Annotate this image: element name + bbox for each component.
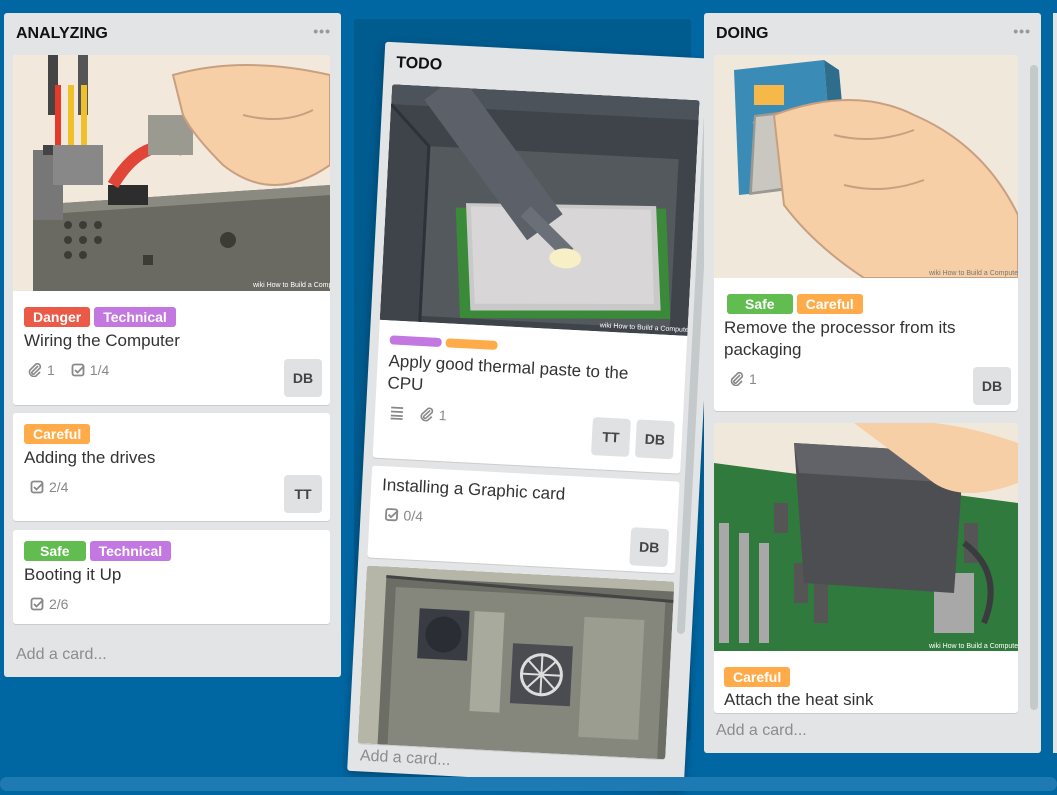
avatar[interactable]: DB [629,527,670,568]
add-card-link[interactable]: Add a card... [716,722,807,740]
card-title: Wiring the Computer [24,331,180,350]
label-careful: Careful [24,424,91,444]
list-title[interactable]: DOING ••• [704,13,1041,49]
computer-case-illustration-icon [357,565,675,760]
attachment-badge: 1 [730,371,757,387]
checkbox-icon [30,597,44,611]
watermark-text: wiki How to Build a Computer [928,270,1018,277]
label-careful: Careful [724,667,791,687]
description-lines-icon [390,406,404,421]
label-careful: Careful [796,294,863,314]
avatar[interactable]: DB [634,419,675,460]
card-title: Attach the heat sink [724,690,874,709]
thermal-paste-illustration-icon: wiki How to Build a Computer [379,84,700,336]
list-todo[interactable]: TODO wiki How to Build a Computer Apply … [347,41,722,789]
card-booting-it-up[interactable]: Safe Technical Booting it Up 2/6 [13,530,330,624]
list-title[interactable]: ANALYZING ••• [4,13,341,49]
label-safe: Safe [727,294,793,314]
label-danger: Danger [24,307,91,327]
card-title: Booting it Up [24,565,122,584]
attachment-badge: 1 [28,362,55,378]
checkbox-icon [385,508,399,522]
card-remove-processor[interactable]: wiki How to Build a Computer Safe Carefu… [714,55,1018,411]
gpu-power-cable-illustration-icon: wiki How to Build a Computer [13,55,330,291]
avatar[interactable]: TT [590,417,631,457]
checkbox-icon [71,363,85,377]
list-partial-next [1053,13,1057,753]
board-horizontal-scrollbar[interactable] [0,777,1057,791]
card-title: Apply good thermal paste to the CPU [386,351,629,395]
avatar[interactable]: DB [284,359,322,397]
paperclip-icon [420,407,434,422]
card-title: Remove the processor from its packaging [724,318,956,359]
card-thermal-paste[interactable]: wiki How to Build a Computer Apply good … [372,84,700,474]
watermark-text: wiki How to Build a Computer [928,643,1018,650]
card-installing-graphic-card[interactable]: Installing a Graphic card 0/4 DB [367,465,680,574]
checklist-badge: 2/4 [30,479,68,495]
description-badge [390,405,405,421]
add-card-link[interactable]: Add a card... [16,646,107,664]
add-card-link[interactable]: Add a card... [359,747,450,770]
paperclip-icon [28,363,42,377]
list-scrollbar[interactable] [1030,65,1038,710]
avatar[interactable]: TT [284,475,322,513]
heat-sink-illustration-icon: wiki How to Build a Computer [714,423,1018,651]
label-technical: Technical [94,307,176,327]
checklist-badge: 1/4 [71,362,109,378]
avatar[interactable]: DB [973,367,1011,405]
paperclip-icon [730,372,744,386]
checklist-badge: 0/4 [384,506,423,524]
list-doing: DOING ••• wiki How to Build a Computer S… [704,13,1041,753]
attachment-badge: 1 [419,406,447,423]
label-careful [445,338,498,350]
card-adding-the-drives[interactable]: Careful Adding the drives 2/4 TT [13,413,330,521]
list-menu-icon[interactable]: ••• [1013,23,1031,39]
card-wiring-the-computer[interactable]: wiki How to Build a Computer Danger Tech… [13,55,330,405]
watermark-text: wiki How to Build a Computer [252,282,330,289]
card-title: Adding the drives [24,448,156,467]
checklist-badge: 2/6 [30,596,68,612]
list-analyzing: ANALYZING ••• wiki How to Build a Com Da… [4,13,341,677]
label-technical: Technical [89,541,172,561]
cpu-packaging-illustration-icon: wiki How to Build a Computer [714,55,1018,278]
label-safe: Safe [24,541,86,561]
checkbox-icon [30,480,44,494]
list-menu-icon[interactable]: ••• [313,23,331,39]
label-technical [389,335,442,348]
card-title: Installing a Graphic card [381,475,566,504]
card-computer-case[interactable] [357,565,675,760]
card-attach-heat-sink[interactable]: wiki How to Build a Computer Careful Att… [714,423,1018,713]
